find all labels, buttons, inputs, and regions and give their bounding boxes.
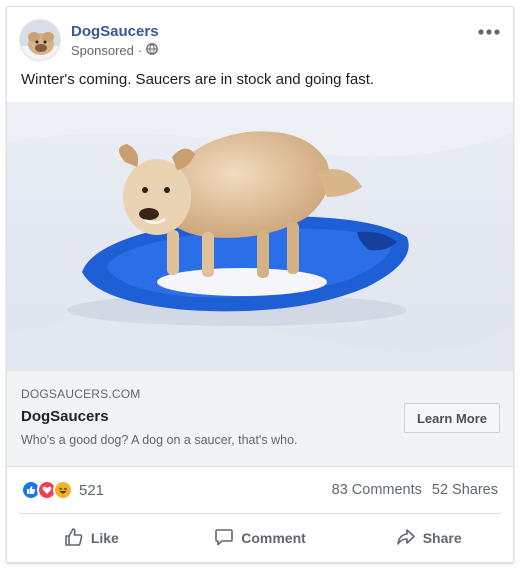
engagement-counts: 83 Comments 52 Shares [332, 482, 498, 498]
page-avatar[interactable] [19, 19, 61, 61]
learn-more-button[interactable]: Learn More [404, 403, 500, 433]
share-button[interactable]: Share [344, 522, 513, 554]
sponsored-post-card: DogSaucers Sponsored · Winter's coming. … [6, 6, 514, 563]
share-label: Share [422, 530, 462, 546]
reactions-summary[interactable]: 521 [21, 479, 104, 501]
reaction-count: 521 [79, 481, 105, 499]
page-name-link[interactable]: DogSaucers [71, 23, 159, 40]
link-preview[interactable]: DOGSAUCERS.COM DogSaucers Who's a good d… [7, 370, 513, 467]
action-bar: Like Comment Share [7, 522, 513, 554]
link-title[interactable]: DogSaucers [21, 408, 109, 425]
divider [19, 513, 501, 514]
comment-button[interactable]: Comment [176, 522, 345, 554]
share-icon [396, 527, 416, 550]
shares-count-link[interactable]: 52 Shares [432, 482, 498, 498]
link-domain: DOGSAUCERS.COM [21, 387, 141, 401]
post-photo[interactable] [7, 102, 513, 370]
thumbs-up-icon [64, 527, 84, 550]
comment-icon [214, 527, 234, 550]
like-label: Like [90, 530, 119, 546]
post-header: DogSaucers Sponsored · [19, 19, 501, 61]
post-text: Winter's coming. Saucers are in stock an… [21, 71, 375, 88]
post-meta: Sponsored · [71, 43, 159, 58]
link-description: Who's a good dog? A dog on a saucer, tha… [21, 433, 298, 447]
more-options-icon[interactable] [477, 25, 501, 39]
globe-icon[interactable] [146, 43, 159, 58]
sponsored-label[interactable]: Sponsored [71, 43, 134, 58]
like-button[interactable]: Like [7, 522, 176, 554]
comments-count-link[interactable]: 83 Comments [332, 482, 422, 498]
comment-label: Comment [241, 530, 306, 546]
haha-icon [53, 480, 73, 500]
meta-separator: · [137, 43, 143, 58]
